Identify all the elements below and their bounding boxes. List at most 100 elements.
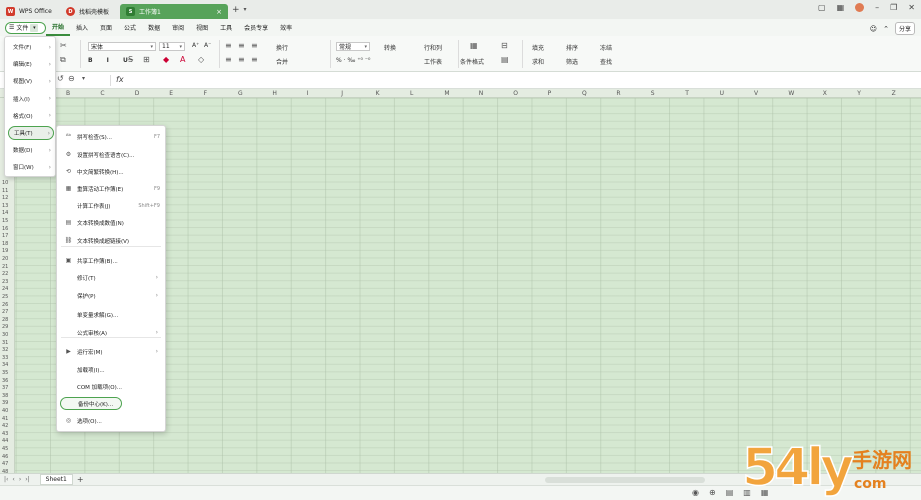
column-letter[interactable]: G (238, 90, 243, 97)
column-letter[interactable]: Y (857, 90, 861, 97)
maximize-icon[interactable]: ❐ (890, 3, 897, 12)
next-sheet-icon[interactable]: › (19, 476, 21, 483)
tab-page[interactable]: 页面 (94, 19, 118, 36)
close-window-icon[interactable]: ✕ (908, 3, 915, 12)
row-number[interactable]: 30 (2, 332, 8, 338)
fill-button[interactable]: 填充 (532, 43, 544, 52)
row-number[interactable]: 34 (2, 362, 8, 368)
align-right-icon[interactable]: ≡ (251, 55, 258, 64)
tab-formula[interactable]: 公式 (118, 19, 142, 36)
file-menu-item-window[interactable]: 窗口(W) › (8, 160, 54, 174)
row-number[interactable]: 46 (2, 454, 8, 460)
column-letter[interactable]: I (307, 90, 309, 97)
row-number[interactable]: 41 (2, 416, 8, 422)
font-name-select[interactable]: 宋体 ▾ (88, 42, 156, 51)
table-style-icon[interactable]: ⊟ (501, 41, 508, 50)
zoom-icon[interactable]: ⊖ (68, 74, 75, 83)
sheet-tab-sheet1[interactable]: Sheet1 (39, 474, 73, 485)
align-center-icon[interactable]: ≡ (238, 55, 245, 64)
row-number[interactable]: 45 (2, 446, 8, 452)
column-letter[interactable]: K (376, 90, 380, 97)
row-number[interactable]: 18 (2, 241, 8, 247)
add-sheet-icon[interactable]: + (77, 475, 84, 484)
tools-menu-item[interactable]: 修订(T) › (60, 271, 164, 284)
file-menu-item-view[interactable]: 视图(V) › (8, 74, 54, 88)
last-sheet-icon[interactable]: ›| (25, 476, 29, 483)
row-number[interactable]: 17 (2, 233, 8, 239)
grid-apps-icon[interactable]: ▦ (837, 3, 845, 12)
file-menu-item-file[interactable]: 文件(F) › (8, 40, 54, 54)
column-letter[interactable]: P (548, 90, 552, 97)
row-number[interactable]: 21 (2, 264, 8, 270)
close-tab-icon[interactable]: × (216, 8, 222, 16)
font-color-icon[interactable]: A (180, 55, 185, 64)
share-button[interactable]: 分享 (894, 22, 915, 35)
first-sheet-icon[interactable]: |‹ (4, 476, 8, 483)
file-menu-item-tools[interactable]: 工具(T) › (8, 126, 54, 140)
tab-template[interactable]: D 找稻壳模板 (60, 4, 120, 19)
number-format-select[interactable]: 常规 ▾ (336, 42, 370, 51)
column-letter[interactable]: Z (892, 90, 896, 97)
file-menu-item-data[interactable]: 数据(D) › (8, 143, 54, 157)
tools-menu-item[interactable]: ⛓ 文本转换成超链接(V) (60, 234, 164, 247)
row-number[interactable]: 27 (2, 309, 8, 315)
row-number[interactable]: 14 (2, 210, 8, 216)
tablet-mode-icon[interactable]: ▢ (818, 3, 826, 12)
row-number[interactable]: 35 (2, 370, 8, 376)
column-letter[interactable]: B (66, 90, 70, 97)
row-number[interactable]: 29 (2, 324, 8, 330)
percent-icon[interactable]: % · ‰ ⁺⁰ ⁻⁰ (336, 57, 370, 64)
column-letter[interactable]: Q (582, 90, 587, 97)
file-menu-button[interactable]: ☰ 文件 ▾ (5, 21, 46, 34)
row-number[interactable]: 32 (2, 347, 8, 353)
find-button[interactable]: 查找 (600, 57, 612, 66)
tools-menu-item[interactable]: ▶ 运行宏(M) › (60, 345, 164, 358)
row-number[interactable]: 33 (2, 355, 8, 361)
feedback-icon[interactable]: ☺ (870, 25, 877, 33)
tools-menu-item[interactable]: ⚙ 设置拼写检查语言(C)... (60, 148, 164, 161)
column-letter[interactable]: J (341, 90, 343, 97)
tools-menu-item[interactable]: 保护(P) › (60, 289, 164, 302)
tab-wps-office[interactable]: W WPS Office (0, 4, 60, 19)
tools-menu-item[interactable]: 计算工作表(J) Shift+F9 (60, 199, 164, 212)
tab-data[interactable]: 数据 (142, 19, 166, 36)
cut-icon[interactable]: ✂ (60, 41, 67, 50)
tools-menu-item[interactable]: ▣ 共享工作簿(B)... (60, 254, 164, 267)
column-letter[interactable]: D (135, 90, 140, 97)
row-number[interactable]: 31 (2, 340, 8, 346)
column-letter[interactable]: V (754, 90, 758, 97)
row-number[interactable]: 37 (2, 385, 8, 391)
chevron-down-icon[interactable]: ▾ (82, 75, 85, 82)
row-number[interactable]: 20 (2, 256, 8, 262)
file-menu-item-format[interactable]: 格式(O) › (8, 109, 54, 123)
row-number[interactable]: 25 (2, 294, 8, 300)
copy-icon[interactable]: ⧉ (60, 55, 66, 65)
row-number[interactable]: 22 (2, 271, 8, 277)
row-number[interactable]: 40 (2, 408, 8, 414)
tab-home[interactable]: 开始 (46, 19, 71, 36)
row-number[interactable]: 44 (2, 438, 8, 444)
column-letter[interactable]: C (100, 90, 104, 97)
row-number[interactable]: 39 (2, 400, 8, 406)
row-number[interactable]: 10 (2, 180, 8, 186)
rows-cols-button[interactable]: 行和列 (424, 43, 442, 52)
normal-view-icon[interactable]: ▤ (726, 488, 734, 497)
tab-workbook[interactable]: S 工作簿1 × (120, 4, 228, 19)
column-letter[interactable]: O (513, 90, 518, 97)
tab-efficiency[interactable]: 效率 (274, 19, 298, 36)
chevron-down-icon[interactable]: ▾ (244, 6, 247, 13)
tools-menu-item[interactable]: 备份中心(K)... (60, 397, 122, 410)
minimize-icon[interactable]: – (875, 3, 879, 12)
row-number[interactable]: 43 (2, 431, 8, 437)
row-number[interactable]: 36 (2, 378, 8, 384)
column-letter[interactable]: U (720, 90, 724, 97)
column-letter[interactable]: R (616, 90, 620, 97)
column-letter[interactable]: N (479, 90, 484, 97)
row-number[interactable]: 16 (2, 226, 8, 232)
border-icon[interactable]: ⊞ (143, 55, 150, 64)
prev-sheet-icon[interactable]: ‹ (12, 476, 14, 483)
tab-view[interactable]: 视图 (190, 19, 214, 36)
column-letter[interactable]: W (788, 90, 794, 97)
new-tab-icon[interactable]: + (232, 5, 240, 15)
tab-tools[interactable]: 工具 (214, 19, 238, 36)
